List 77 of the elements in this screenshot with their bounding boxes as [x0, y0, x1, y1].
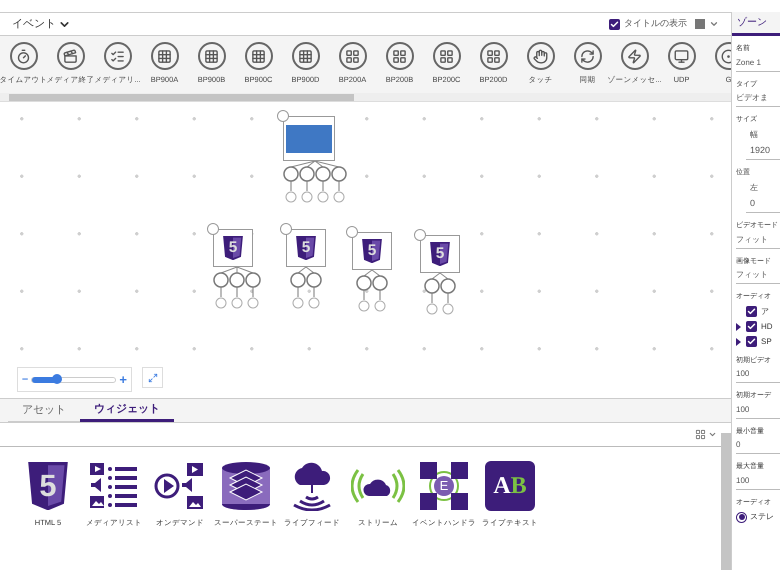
events-title[interactable]: イベント: [12, 16, 56, 32]
node-badge-icon: [280, 223, 292, 235]
checkbox-label: SP: [761, 336, 772, 348]
node-card[interactable]: 5: [286, 229, 326, 267]
zoom-slider[interactable]: [31, 376, 116, 382]
layers-cylinder-icon: [220, 460, 272, 512]
node-badge-icon: [277, 110, 289, 122]
html5-logo-icon: 5: [222, 236, 244, 260]
tab[interactable]: アセット: [8, 399, 80, 422]
property-field[interactable]: フィット: [736, 234, 780, 248]
zoom-out-button[interactable]: –: [22, 371, 28, 388]
property-field[interactable]: 0: [736, 439, 780, 454]
html5-logo-icon: 5: [295, 236, 317, 260]
media-list-icon: [88, 461, 140, 511]
node-badge-icon: [414, 229, 426, 241]
image-thumbnail: [286, 124, 332, 152]
on-demand-icon: [154, 461, 206, 511]
property-sublabel: 幅: [749, 128, 759, 140]
property-field[interactable]: 0: [746, 196, 780, 213]
zoom-in-button[interactable]: +: [119, 370, 127, 390]
tool-icon[interactable]: [386, 42, 414, 70]
property-field[interactable]: 100: [736, 474, 780, 490]
horizontal-scrollbar[interactable]: [0, 93, 731, 101]
radio-button[interactable]: [736, 512, 747, 522]
checkbox-label: ア: [761, 306, 769, 318]
radio-label: ステレ: [750, 511, 774, 523]
checkbox[interactable]: [609, 18, 620, 30]
tool-icon[interactable]: [526, 42, 554, 70]
checkbox-label: HD: [761, 320, 773, 332]
node-badge-icon: [346, 226, 358, 238]
node-children-drawing: [283, 161, 347, 205]
node-card[interactable]: 5: [213, 229, 253, 267]
node-card[interactable]: [283, 116, 335, 161]
color-swatch[interactable]: [695, 19, 705, 29]
tool-icon[interactable]: [432, 42, 460, 70]
tool-icon[interactable]: [244, 42, 272, 70]
node-card[interactable]: 5: [352, 232, 392, 270]
node-card[interactable]: 5: [420, 235, 460, 273]
property-field[interactable]: 100: [736, 404, 780, 418]
property-field[interactable]: 1920: [746, 144, 780, 160]
node-badge-icon: [207, 223, 219, 235]
dropdown-caret-icon[interactable]: [709, 19, 719, 29]
html5-logo-icon: 5: [429, 242, 451, 266]
property-field[interactable]: 100: [736, 368, 780, 383]
checkbox[interactable]: [746, 336, 757, 347]
fit-screen-button[interactable]: [142, 367, 163, 388]
grid-view-icon[interactable]: [695, 429, 706, 440]
slider-thumb[interactable]: [52, 374, 62, 384]
panel-tab[interactable]: ゾーン: [732, 12, 780, 36]
scrollbar-thumb[interactable]: [9, 94, 354, 100]
property-field[interactable]: ビデオま: [736, 92, 780, 107]
tab[interactable]: ウィジェット: [80, 399, 174, 422]
vertical-scrollbar[interactable]: [721, 433, 731, 570]
property-field[interactable]: フィット: [736, 269, 780, 284]
property-sublabel: 左: [749, 182, 759, 194]
tool-icon[interactable]: [574, 42, 602, 70]
html5-logo-icon: 5: [361, 238, 383, 264]
tool-icon[interactable]: [56, 42, 84, 70]
property-field[interactable]: Zone 1: [736, 56, 780, 72]
tool-icon[interactable]: [292, 42, 320, 70]
checkbox-label: タイトルの表示: [624, 17, 687, 30]
tool-icon[interactable]: [338, 42, 366, 70]
expand-arrows-icon: [148, 372, 158, 382]
tool-icon[interactable]: [150, 42, 178, 70]
checkbox[interactable]: [746, 321, 757, 332]
tool-icon[interactable]: [10, 42, 38, 70]
tool-icon[interactable]: [620, 42, 648, 70]
cloud-stream-icon: [351, 466, 405, 506]
tool-icon[interactable]: [104, 42, 132, 70]
node-children-drawing: [213, 267, 261, 311]
live-text-icon: AB: [485, 461, 535, 511]
tool-icon[interactable]: [668, 42, 696, 70]
view-caret-icon[interactable]: [708, 430, 717, 439]
checkbox[interactable]: [746, 306, 757, 317]
tool-icon[interactable]: [198, 42, 226, 70]
html5-logo-icon: 5: [26, 462, 70, 510]
tool-icon[interactable]: [480, 42, 508, 70]
